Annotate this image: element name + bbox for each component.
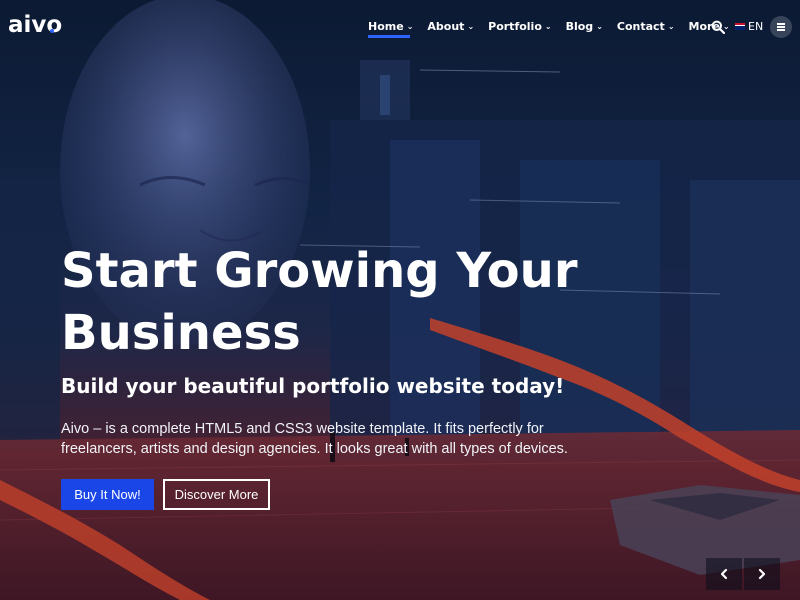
nav-item-label: Contact <box>616 20 665 33</box>
language-selector[interactable]: EN <box>735 20 763 33</box>
chevron-down-icon: ⌄ <box>406 22 414 31</box>
nav-item-contact[interactable]: Contact ⌄ <box>617 20 675 33</box>
chevron-right-icon <box>758 568 766 580</box>
brand-logo[interactable]: aivo <box>8 12 62 38</box>
main-menu: Home ⌄ About ⌄ Portfolio ⌄ Blog ⌄ Contact ⌄ M… <box>368 20 744 38</box>
chevron-down-icon: ⌄ <box>544 22 552 31</box>
nav-item-home[interactable]: Home ⌄ <box>368 20 414 38</box>
hero-title-line-1: Start Growing Your <box>61 243 578 299</box>
chevron-down-icon: ⌄ <box>467 22 475 31</box>
nav-item-blog[interactable]: Blog ⌄ <box>566 20 603 33</box>
chevron-down-icon: ⌄ <box>596 22 603 31</box>
nav-item-about[interactable]: About ⌄ <box>427 20 474 33</box>
nav-item-label: Home <box>368 20 404 33</box>
search-icon[interactable] <box>711 20 725 34</box>
top-navbar: aivo Home ⌄ About ⌄ Portfolio ⌄ Blog ⌄ Conta… <box>0 0 800 54</box>
hero-title-line-2: Business <box>61 305 301 361</box>
logo-accent-dot <box>50 29 54 33</box>
chevron-down-icon: ⌄ <box>667 22 675 31</box>
hamburger-icon[interactable] <box>770 16 792 38</box>
nav-item-portfolio[interactable]: Portfolio ⌄ <box>488 20 551 33</box>
uk-flag-icon <box>735 23 745 30</box>
nav-item-label: Blog <box>565 20 594 33</box>
hero-title: Start Growing Your Business <box>61 240 681 364</box>
hero-description: Aivo – is a complete HTML5 and CSS3 webs… <box>61 421 568 457</box>
language-label: EN <box>748 20 764 33</box>
hero-section: aivo Home ⌄ About ⌄ Portfolio ⌄ Blog ⌄ Conta… <box>0 0 800 600</box>
hero-subtitle: Build your beautiful portfolio website t… <box>61 374 565 398</box>
nav-item-label: Portfolio <box>488 20 542 33</box>
chevron-left-icon <box>720 568 728 580</box>
slider-prev-button[interactable] <box>706 558 742 590</box>
discover-more-button[interactable]: Discover More <box>163 479 270 510</box>
slider-next-button[interactable] <box>744 558 780 590</box>
nav-item-label: About <box>427 20 465 33</box>
buy-it-now-button[interactable]: Buy It Now! <box>61 479 154 510</box>
